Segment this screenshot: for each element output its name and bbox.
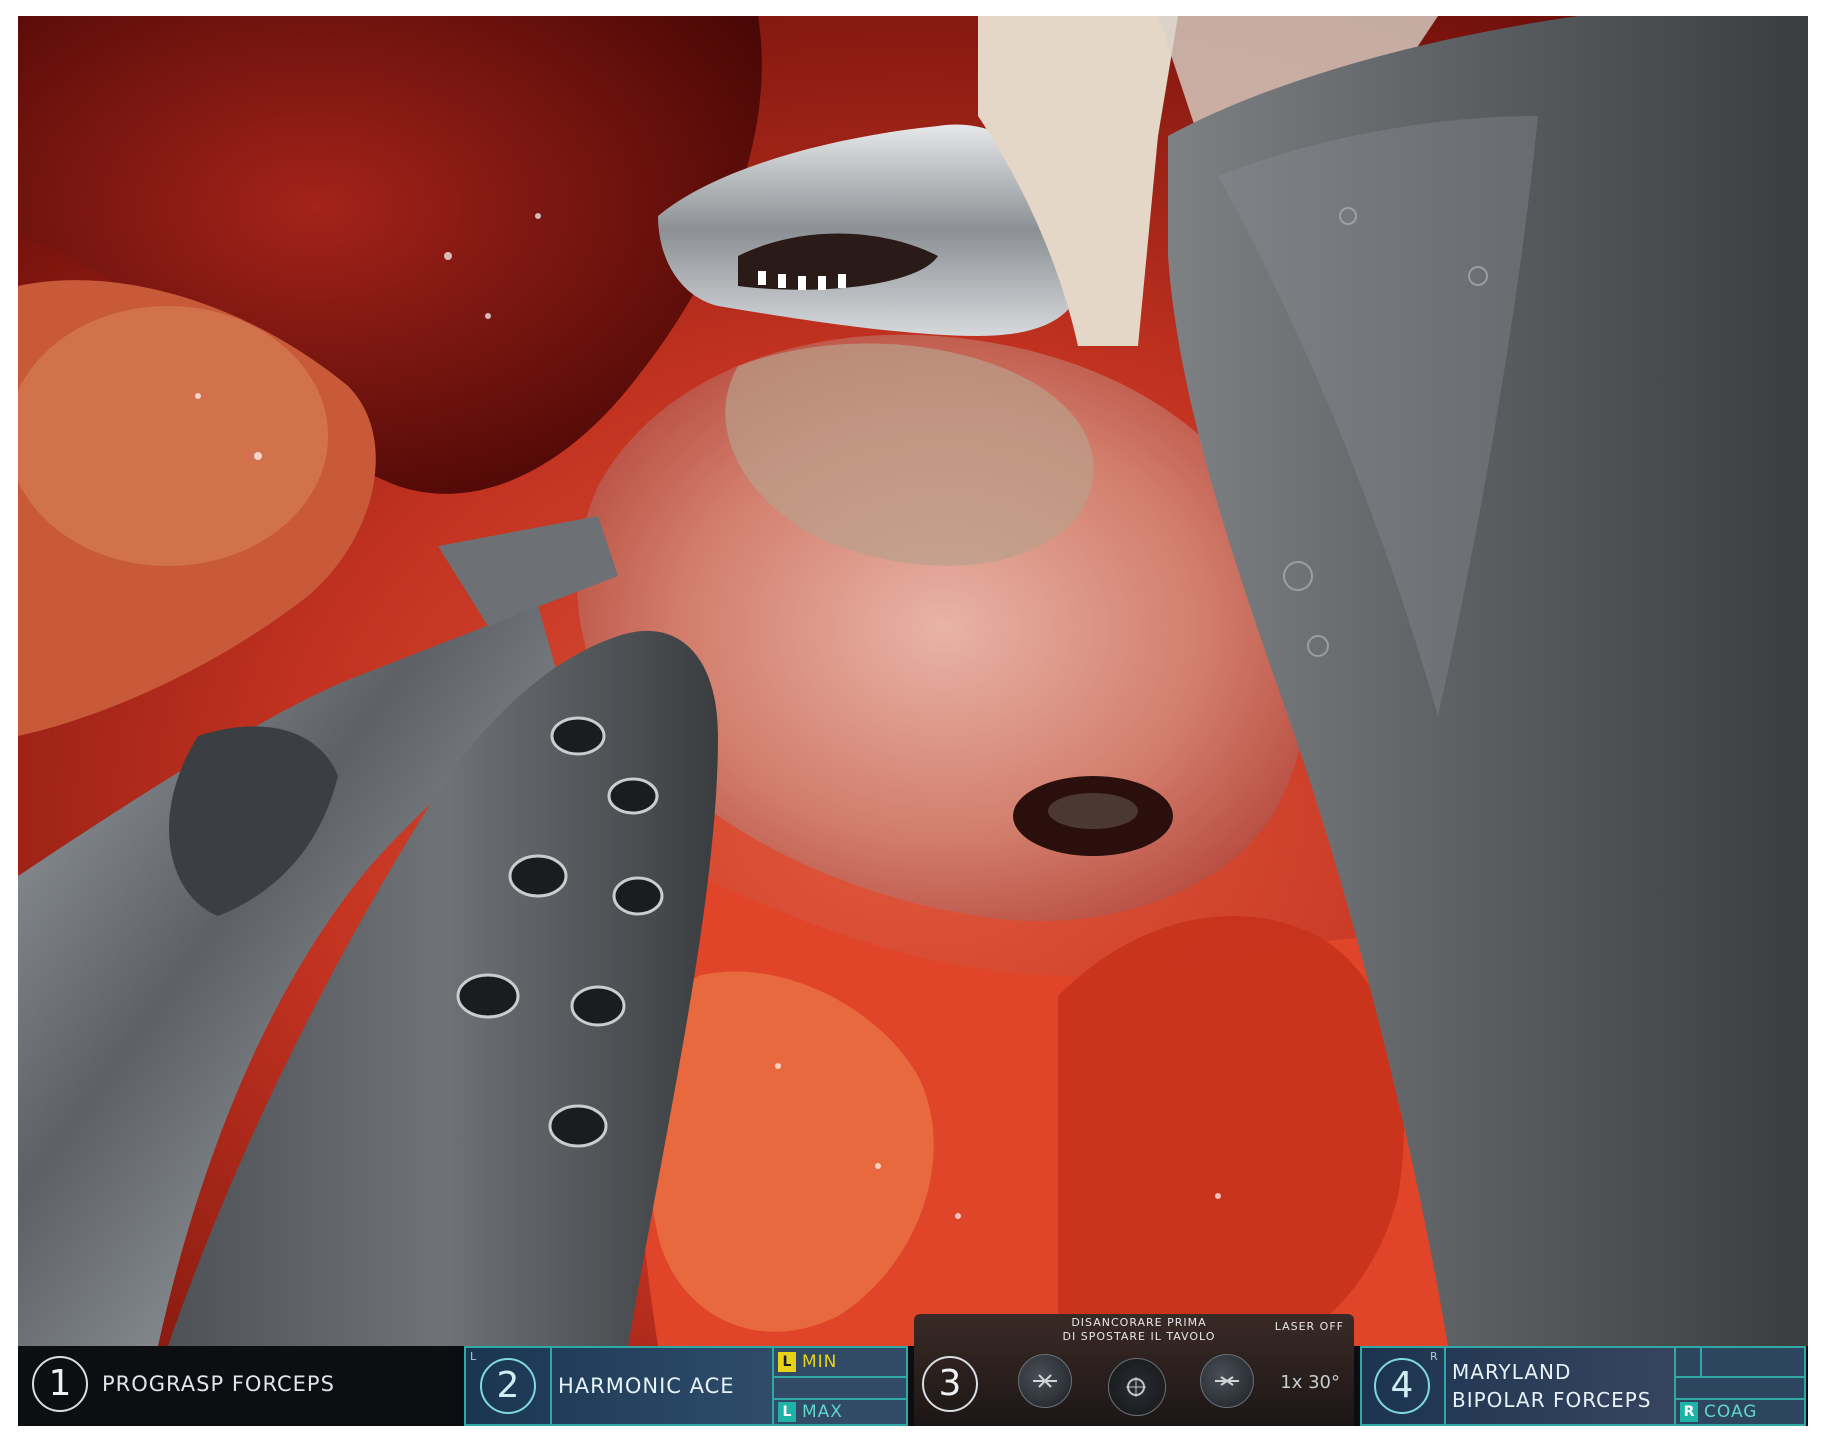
arm-4-energy-top-divider: [1700, 1348, 1702, 1376]
arm-3-camera-panel[interactable]: DISANCORARE PRIMA DI SPOSTARE IL TAVOLO …: [914, 1314, 1354, 1426]
arm-2-panel[interactable]: L 2 HARMONIC ACE L MIN L MAX: [464, 1346, 908, 1426]
arm-4-instrument-line-1: MARYLAND: [1452, 1360, 1572, 1384]
laser-status: LASER OFF: [1274, 1320, 1344, 1333]
arm-1-panel[interactable]: 1 PROGRASP FORCEPS: [18, 1346, 456, 1426]
camera-zoom-angle: 1x 30°: [1280, 1372, 1340, 1393]
arm-4-energy-bottom-label: COAG: [1704, 1402, 1758, 1422]
arm-2-number: 2: [480, 1358, 536, 1414]
undock-warning: DISANCORARE PRIMA DI SPOSTARE IL TAVOLO: [1024, 1316, 1254, 1344]
endoscope-view: 1 PROGRASP FORCEPS L 2 HARMONIC ACE L MI…: [18, 16, 1808, 1426]
arm-4-energy-bottom-key: R: [1680, 1402, 1698, 1422]
arm-2-divider: [550, 1348, 552, 1424]
arm-2-instrument-name: HARMONIC ACE: [558, 1374, 735, 1398]
instrument-status-bar: 1 PROGRASP FORCEPS L 2 HARMONIC ACE L MI…: [18, 1314, 1808, 1426]
arm-2-energy-divider-2: [774, 1398, 906, 1400]
arm-3-number: 3: [922, 1356, 978, 1412]
undock-warning-line-2: DI SPOSTARE IL TAVOLO: [1062, 1330, 1216, 1343]
camera-target-icon[interactable]: [1108, 1358, 1166, 1416]
arm-4-energy-divider-1: [1676, 1376, 1804, 1378]
arm-4-energy-divider-2: [1676, 1398, 1804, 1400]
arm-4-side-indicator: R: [1430, 1350, 1438, 1363]
arm-2-energy-top-label: MIN: [802, 1352, 838, 1372]
undock-warning-line-1: DISANCORARE PRIMA: [1071, 1316, 1207, 1329]
arm-4-number: 4: [1374, 1358, 1430, 1414]
camera-mode-right-icon[interactable]: [1200, 1354, 1254, 1408]
arm-1-number: 1: [32, 1356, 88, 1412]
arm-2-energy-bottom-key: L: [778, 1402, 796, 1422]
camera-mode-left-icon[interactable]: [1018, 1354, 1072, 1408]
arm-2-energy-divider-1: [774, 1376, 906, 1378]
arm-4-energy-panel: R COAG: [1674, 1348, 1804, 1424]
arm-2-energy-top-key: L: [778, 1352, 796, 1372]
arm-4-instrument-line-2: BIPOLAR FORCEPS: [1452, 1388, 1652, 1412]
arm-4-panel[interactable]: R 4 MARYLAND BIPOLAR FORCEPS R COAG: [1360, 1346, 1806, 1426]
arm-4-divider: [1444, 1348, 1446, 1424]
arm-2-energy-panel: L MIN L MAX: [772, 1348, 906, 1424]
arm-1-instrument-name: PROGRASP FORCEPS: [102, 1372, 335, 1396]
arm-2-energy-bottom-label: MAX: [802, 1402, 843, 1422]
arm-2-side-indicator: L: [470, 1350, 477, 1363]
surgical-field: [18, 16, 1808, 1346]
